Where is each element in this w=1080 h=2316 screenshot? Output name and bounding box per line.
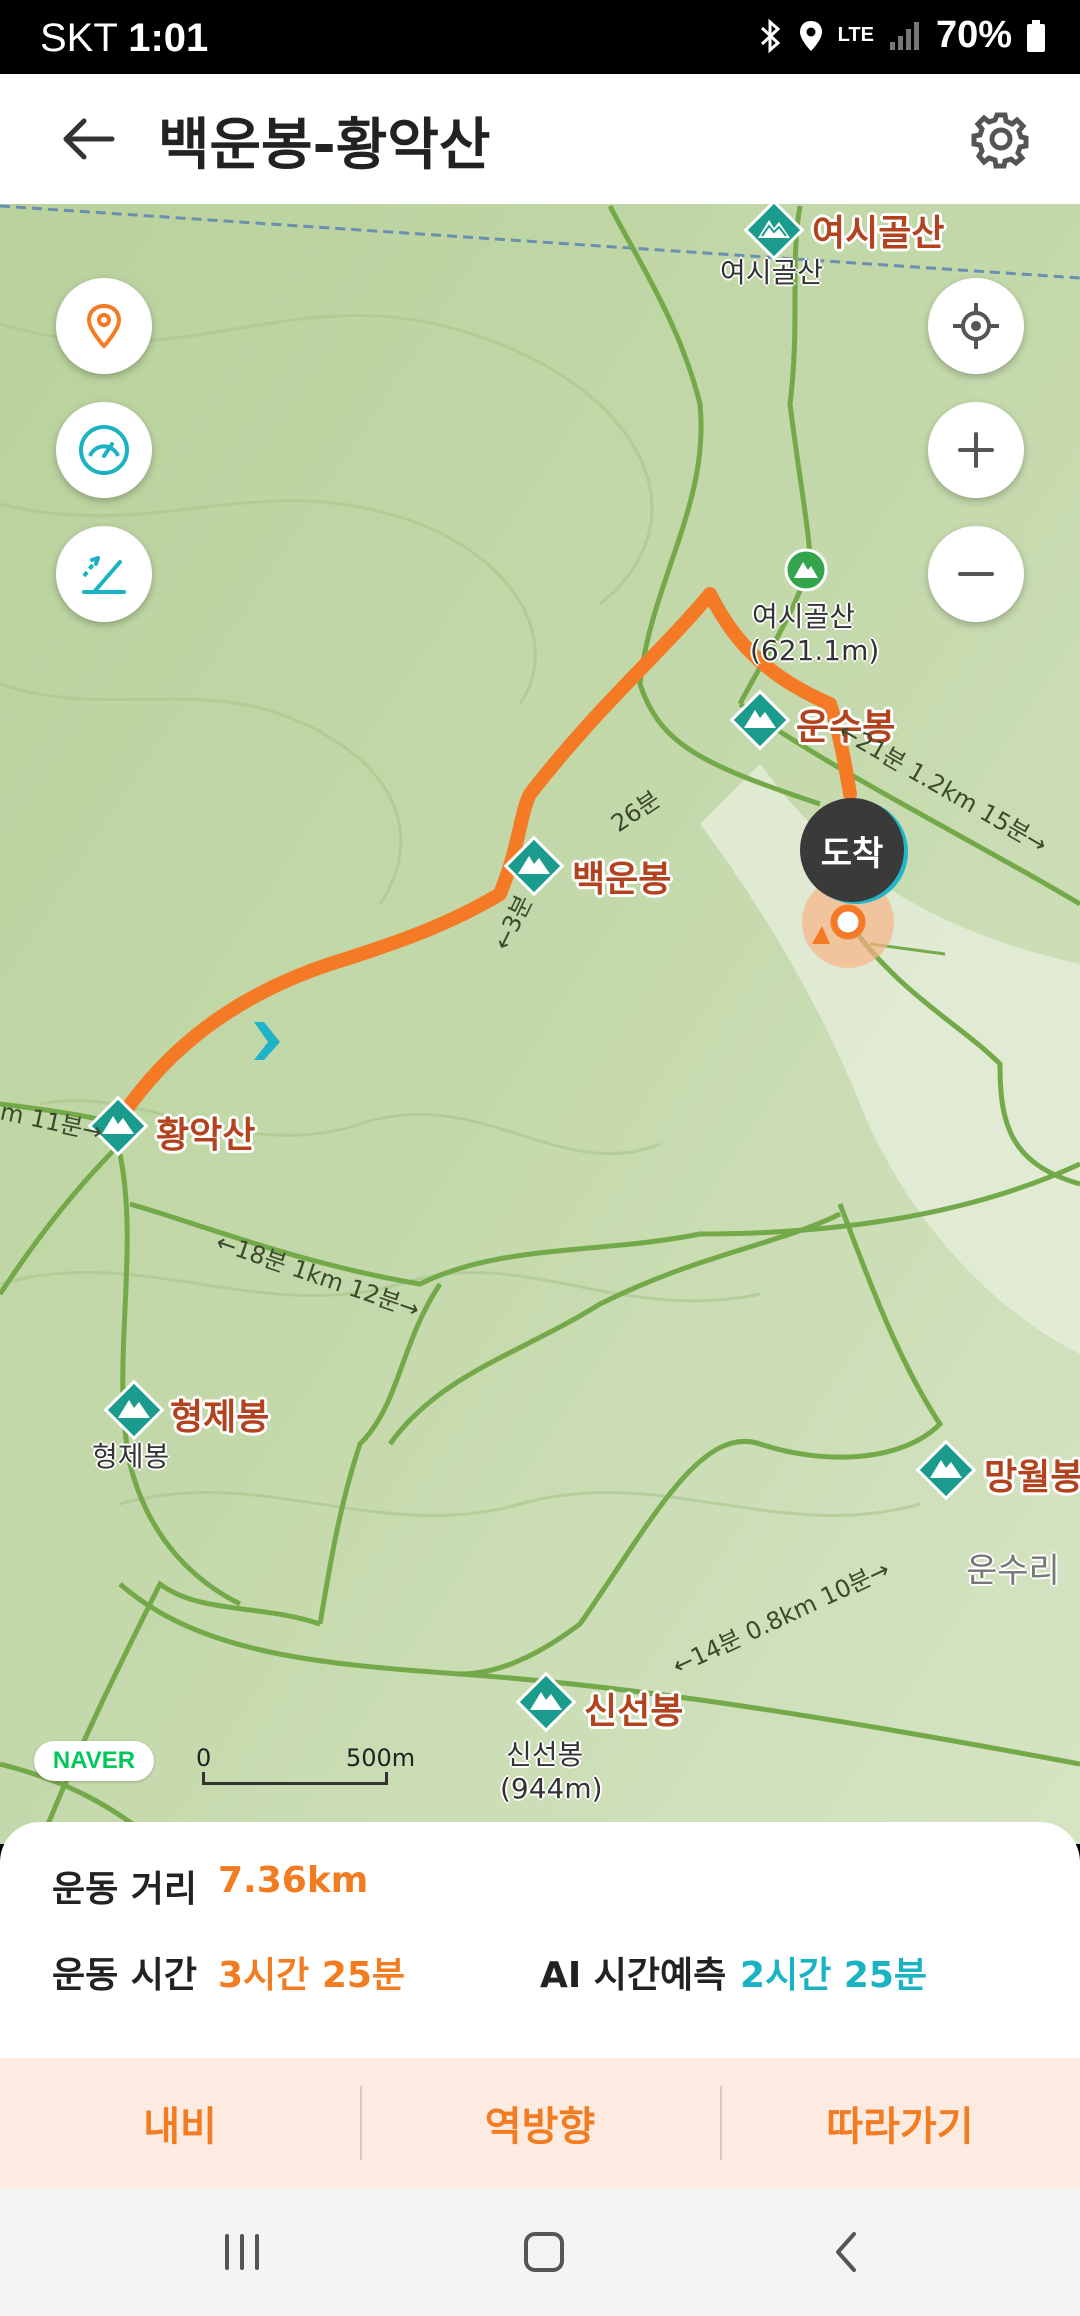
terrain-background bbox=[0, 204, 1080, 1844]
scale-bar bbox=[202, 1772, 388, 1785]
action-bar: 내비 역방향 따라가기 bbox=[0, 2058, 1080, 2188]
system-back-button[interactable] bbox=[806, 2222, 886, 2282]
scale-start: 0 bbox=[196, 1744, 212, 1772]
mountain-peak-icon bbox=[729, 689, 791, 751]
peak-label: 여시골산 bbox=[812, 213, 945, 254]
back-icon bbox=[836, 2232, 856, 2272]
time-value: 3시간 25분 bbox=[218, 1955, 406, 1996]
speedometer-button[interactable] bbox=[56, 402, 152, 498]
ai-estimate-label: AI 시간예측 bbox=[540, 1955, 727, 1996]
peak-label: 신선봉 bbox=[584, 1691, 684, 1732]
speedometer-icon bbox=[79, 425, 129, 475]
arrival-badge: 도착 bbox=[800, 798, 904, 902]
distance-label: 운동 거리 bbox=[52, 1869, 198, 1910]
back-arrow-icon bbox=[63, 118, 115, 160]
current-location-button[interactable] bbox=[928, 278, 1024, 374]
app-header: 백운봉-황악산 bbox=[0, 74, 1080, 204]
summit-name: 신선봉 bbox=[506, 1738, 584, 1771]
slope-measure-button[interactable] bbox=[56, 526, 152, 622]
bluetooth-icon bbox=[760, 18, 780, 53]
location-pin-icon bbox=[86, 303, 122, 349]
summit-name: 여시골산 bbox=[752, 600, 856, 633]
zoom-in-icon bbox=[958, 432, 994, 468]
distance-value: 7.36km bbox=[218, 1860, 369, 1901]
place-label: 운수리 bbox=[966, 1551, 1060, 1591]
recent-apps-icon bbox=[225, 2234, 259, 2270]
peak-label: 백운봉 bbox=[572, 859, 672, 900]
signal-icon bbox=[889, 21, 919, 50]
zoom-out-icon bbox=[958, 572, 994, 576]
system-nav-bar bbox=[0, 2188, 1080, 2316]
home-button[interactable] bbox=[504, 2222, 584, 2282]
peak-sub-label: 여시골산 bbox=[720, 256, 824, 289]
summit-elevation: (944m) bbox=[500, 1772, 603, 1805]
mountain-peak-icon bbox=[743, 204, 805, 261]
summit-marker-icon bbox=[784, 548, 828, 592]
peak-label: 형제봉 bbox=[170, 1397, 270, 1438]
location-icon bbox=[799, 20, 822, 51]
status-indicators: LTE 70% bbox=[756, 14, 1046, 57]
mountain-peak-icon bbox=[503, 835, 565, 897]
recent-apps-button[interactable] bbox=[202, 2222, 282, 2282]
trail-map[interactable]: 여시골산 (621.1m) 여시골산 여시골산 운수봉 백운봉 황악산 형제봉 … bbox=[0, 204, 1080, 1844]
zoom-in-button[interactable] bbox=[928, 402, 1024, 498]
time-label: 운동 시간 bbox=[52, 1955, 198, 1996]
peak-label: 망월봉 bbox=[984, 1457, 1080, 1498]
mountain-peak-icon bbox=[103, 1379, 165, 1441]
battery-percent: 70% bbox=[935, 14, 1012, 56]
navigate-button[interactable]: 내비 bbox=[0, 2058, 360, 2188]
home-icon bbox=[524, 2232, 564, 2272]
network-type: LTE bbox=[837, 24, 874, 46]
slope-measure-icon bbox=[82, 556, 126, 594]
back-button[interactable] bbox=[50, 104, 130, 174]
reverse-route-button[interactable]: 역방향 bbox=[360, 2058, 720, 2188]
mountain-peak-icon bbox=[915, 1439, 977, 1501]
page-title: 백운봉-황악산 bbox=[158, 113, 491, 178]
gear-icon bbox=[971, 112, 1029, 169]
peak-label: 황악산 bbox=[156, 1115, 256, 1156]
settings-button[interactable] bbox=[966, 104, 1036, 174]
scale-end: 500m bbox=[346, 1744, 416, 1772]
battery-icon bbox=[1027, 19, 1045, 52]
naver-logo: NAVER bbox=[34, 1741, 154, 1781]
mountain-peak-icon bbox=[515, 1671, 577, 1733]
current-location-icon bbox=[953, 303, 999, 349]
location-pin-button[interactable] bbox=[56, 278, 152, 374]
status-carrier-time: SKT 1:01 bbox=[40, 16, 208, 61]
carrier-label: SKT bbox=[40, 16, 118, 60]
status-bar: SKT 1:01 LTE 70% bbox=[0, 0, 1080, 74]
clock: 1:01 bbox=[128, 16, 209, 60]
summit-elevation: (621.1m) bbox=[750, 634, 880, 667]
peak-sub-label: 형제봉 bbox=[92, 1440, 170, 1473]
workout-stats-panel: 운동 거리 7.36km 운동 시간 3시간 25분 AI 시간예측 2시간 2… bbox=[0, 1822, 1080, 2058]
zoom-out-button[interactable] bbox=[928, 526, 1024, 622]
ai-estimate-value: 2시간 25분 bbox=[740, 1955, 928, 1996]
follow-route-button[interactable]: 따라가기 bbox=[720, 2058, 1080, 2188]
